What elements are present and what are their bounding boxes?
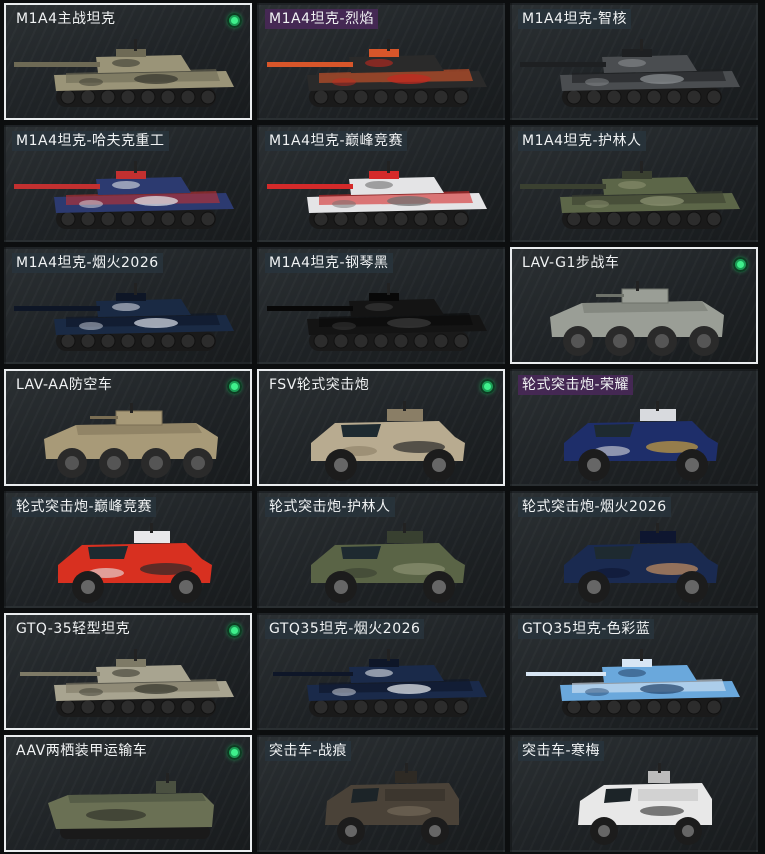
vehicle-model [578,763,712,845]
vehicle-name: GTQ-35轻型坦克 [16,621,131,637]
vehicle-image [14,283,234,351]
vehicle-model [267,39,487,107]
vehicle-name: AAV两栖装甲运输车 [16,743,148,759]
vehicle-model [267,283,487,351]
vehicle-card[interactable]: GTQ35坦克-色彩蓝 [510,613,758,730]
vehicle-name: 轮式突击炮-烟火2026 [518,497,671,517]
equipped-status-dot [227,379,242,394]
vehicle-name: 轮式突击炮-护林人 [265,497,395,517]
vehicle-name: 突击车-战痕 [265,741,352,761]
vehicle-card[interactable]: 突击车-寒梅 [510,735,758,852]
vehicle-card[interactable]: LAV-G1步战车 [510,247,758,364]
vehicle-card[interactable]: 轮式突击炮-巅峰竞赛 [4,491,252,608]
vehicle-model [20,649,234,717]
vehicle-name: M1A4坦克-哈夫克重工 [12,131,169,151]
vehicle-model [14,283,234,351]
vehicle-image [267,39,487,107]
vehicle-card[interactable]: LAV-AA防空车 [4,369,252,486]
vehicle-model [325,763,459,845]
vehicle-card[interactable]: 轮式突击炮-护林人 [257,491,505,608]
vehicle-model [14,39,234,107]
vehicle-card[interactable]: M1A4坦克-智核 [510,3,758,120]
vehicle-image [526,649,740,717]
vehicle-card[interactable]: AAV两栖装甲运输车 [4,735,252,852]
vehicle-image [20,649,234,717]
vehicle-name: 轮式突击炮-巅峰竞赛 [12,497,157,517]
vehicle-image [311,401,465,481]
equipped-status-dot [733,257,748,272]
vehicle-model [564,401,718,481]
vehicle-grid: M1A4主战坦克 M1A4坦克-烈焰 M1A4坦克-智核 M1A4坦克-哈夫克重工 M1… [4,3,758,852]
vehicle-image [48,773,214,839]
vehicle-name: M1A4坦克-智核 [518,9,632,29]
vehicle-card[interactable]: M1A4坦克-烈焰 [257,3,505,120]
vehicle-image [564,401,718,481]
vehicle-image [311,523,465,603]
vehicle-card[interactable]: M1A4坦克-哈夫克重工 [4,125,252,242]
vehicle-card[interactable]: 轮式突击炮-荣耀 [510,369,758,486]
vehicle-model [273,649,487,717]
vehicle-name: M1A4坦克-钢琴黑 [265,253,393,273]
vehicle-name: M1A4坦克-烟火2026 [12,253,163,273]
vehicle-image [14,161,234,229]
equipped-status-dot [227,745,242,760]
vehicle-name: GTQ35坦克-色彩蓝 [518,619,655,639]
vehicle-image [550,281,724,356]
vehicle-image [44,403,218,478]
vehicle-name: 轮式突击炮-荣耀 [518,375,634,395]
vehicle-model [58,523,212,603]
vehicle-card[interactable]: M1A4坦克-烟火2026 [4,247,252,364]
equipped-status-dot [480,379,495,394]
vehicle-model [311,523,465,603]
vehicle-name: LAV-G1步战车 [522,255,620,271]
vehicle-image [273,649,487,717]
vehicle-card[interactable]: GTQ35坦克-烟火2026 [257,613,505,730]
vehicle-card[interactable]: M1A4坦克-巅峰竞赛 [257,125,505,242]
vehicle-model [564,523,718,603]
vehicle-name: M1A4主战坦克 [16,11,116,27]
vehicle-name: 突击车-寒梅 [518,741,605,761]
vehicle-image [520,161,740,229]
vehicle-image [325,763,459,845]
vehicle-name: M1A4坦克-烈焰 [265,9,379,29]
vehicle-image [267,283,487,351]
vehicle-card[interactable]: M1A4坦克-护林人 [510,125,758,242]
vehicle-image [58,523,212,603]
vehicle-name: LAV-AA防空车 [16,377,113,393]
vehicle-card[interactable]: 轮式突击炮-烟火2026 [510,491,758,608]
vehicle-card[interactable]: 突击车-战痕 [257,735,505,852]
vehicle-model [48,773,214,839]
equipped-status-dot [227,623,242,638]
vehicle-card[interactable]: M1A4主战坦克 [4,3,252,120]
vehicle-card[interactable]: FSV轮式突击炮 [257,369,505,486]
vehicle-image [578,763,712,845]
vehicle-image [520,39,740,107]
vehicle-name: FSV轮式突击炮 [269,377,370,393]
vehicle-card[interactable]: M1A4坦克-钢琴黑 [257,247,505,364]
vehicle-name: M1A4坦克-巅峰竞赛 [265,131,408,151]
vehicle-model [520,39,740,107]
vehicle-model [44,403,218,478]
vehicle-model [311,401,465,481]
vehicle-name: M1A4坦克-护林人 [518,131,646,151]
vehicle-image [564,523,718,603]
vehicle-model [550,281,724,356]
vehicle-model [267,161,487,229]
vehicle-name: GTQ35坦克-烟火2026 [265,619,425,639]
vehicle-model [526,649,740,717]
vehicle-card[interactable]: GTQ-35轻型坦克 [4,613,252,730]
vehicle-image [267,161,487,229]
equipped-status-dot [227,13,242,28]
vehicle-model [14,161,234,229]
vehicle-image [14,39,234,107]
vehicle-model [520,161,740,229]
